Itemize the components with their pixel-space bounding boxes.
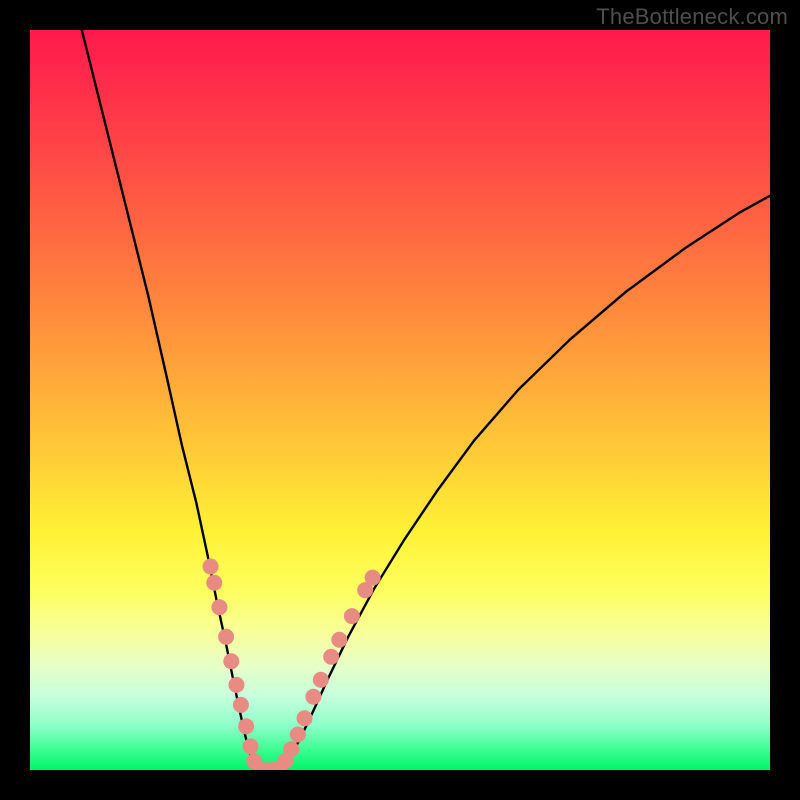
chart-frame: TheBottleneck.com	[0, 0, 800, 800]
data-point	[297, 710, 313, 726]
data-markers	[203, 559, 381, 771]
data-point	[243, 738, 259, 754]
data-point	[206, 575, 222, 591]
data-point	[323, 649, 339, 665]
data-point	[203, 559, 219, 575]
data-point	[365, 570, 381, 586]
plot-area	[30, 30, 770, 770]
data-point	[233, 697, 249, 713]
data-point	[223, 653, 239, 669]
series-right-branch	[280, 196, 770, 770]
data-point	[211, 599, 227, 615]
data-point	[238, 718, 254, 734]
data-point	[290, 726, 306, 742]
curve-layer	[30, 30, 770, 770]
data-point	[305, 689, 321, 705]
data-point	[218, 629, 234, 645]
data-point	[344, 608, 360, 624]
data-point	[283, 741, 299, 757]
data-point	[228, 677, 244, 693]
curve-paths	[82, 30, 770, 770]
data-point	[313, 672, 329, 688]
data-point	[331, 632, 347, 648]
watermark-text: TheBottleneck.com	[596, 4, 788, 30]
